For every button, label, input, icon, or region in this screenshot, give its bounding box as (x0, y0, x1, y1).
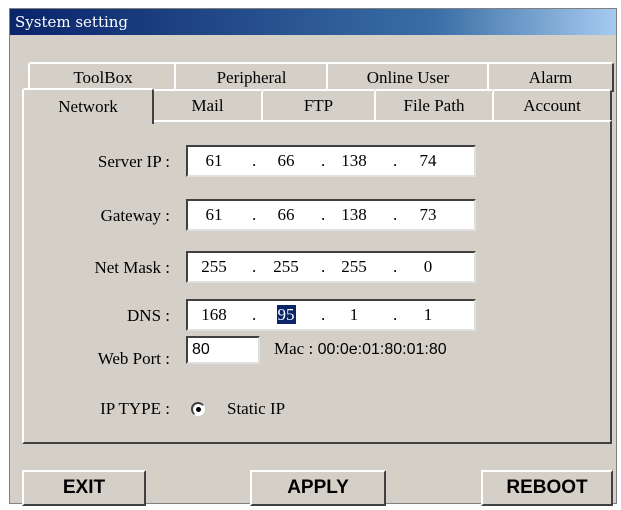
tab-alarm[interactable]: Alarm (487, 62, 614, 92)
ip-dot: . (252, 257, 257, 276)
net-mask-label: Net Mask : (94, 258, 170, 277)
ip-dot: . (321, 151, 326, 170)
server-ip-field[interactable]: 61 . 66 . 138 . 74 (186, 145, 476, 177)
server-ip-octet-2[interactable]: 66 (264, 151, 308, 171)
tab-network[interactable]: Network (22, 88, 154, 124)
window-title: System setting (10, 9, 616, 35)
dns-octet-2-selection: 95 (276, 305, 296, 324)
net-mask-octet-3[interactable]: 255 (332, 257, 376, 277)
net-mask-octet-1[interactable]: 255 (192, 257, 236, 277)
ip-dot: . (393, 151, 398, 170)
tab-online-user[interactable]: Online User (326, 62, 490, 92)
ip-dot: . (393, 205, 398, 224)
dns-octet-1[interactable]: 168 (192, 305, 236, 325)
mac-label: Mac : (274, 339, 314, 358)
mac-value: 00:0e:01:80:01:80 (317, 341, 447, 358)
dns-octet-2[interactable]: 95 (264, 305, 308, 325)
dns-label: DNS : (127, 306, 170, 325)
ip-dot: . (321, 257, 326, 276)
server-ip-octet-3[interactable]: 138 (332, 151, 376, 171)
static-ip-radio[interactable] (191, 402, 205, 416)
net-mask-field[interactable]: 255 . 255 . 255 . 0 (186, 251, 476, 283)
exit-button[interactable]: EXIT (22, 470, 146, 506)
tab-account[interactable]: Account (492, 89, 612, 121)
web-port-label: Web Port : (97, 349, 170, 368)
net-mask-octet-2[interactable]: 255 (264, 257, 308, 277)
tab-peripheral[interactable]: Peripheral (174, 62, 329, 92)
ip-dot: . (393, 305, 398, 324)
ip-dot: . (252, 151, 257, 170)
gateway-octet-2[interactable]: 66 (264, 205, 308, 225)
gateway-label: Gateway : (100, 206, 170, 225)
static-ip-label[interactable]: Static IP (227, 399, 285, 419)
system-setting-window: System setting ToolBox Peripheral Online… (9, 8, 617, 506)
ip-dot: . (321, 305, 326, 324)
ip-dot: . (252, 305, 257, 324)
tab-ftp[interactable]: FTP (261, 89, 376, 121)
web-port-input[interactable]: 80 (186, 336, 260, 364)
dns-octet-4[interactable]: 1 (406, 305, 450, 325)
gateway-octet-1[interactable]: 61 (192, 205, 236, 225)
reboot-button[interactable]: REBOOT (481, 470, 613, 506)
dns-field[interactable]: 168 . 95 . 1 . 1 (186, 299, 476, 331)
server-ip-octet-4[interactable]: 74 (406, 151, 450, 171)
ip-dot: . (321, 205, 326, 224)
tab-mail[interactable]: Mail (152, 89, 263, 121)
dns-octet-3[interactable]: 1 (332, 305, 376, 325)
gateway-field[interactable]: 61 . 66 . 138 . 73 (186, 199, 476, 231)
tab-file-path[interactable]: File Path (374, 89, 494, 121)
gateway-octet-4[interactable]: 73 (406, 205, 450, 225)
mac-address: Mac : 00:0e:01:80:01:80 (274, 339, 447, 359)
ip-dot: . (252, 205, 257, 224)
server-ip-label: Server IP : (97, 152, 170, 171)
ip-dot: . (393, 257, 398, 276)
net-mask-octet-4[interactable]: 0 (406, 257, 450, 277)
gateway-octet-3[interactable]: 138 (332, 205, 376, 225)
server-ip-octet-1[interactable]: 61 (192, 151, 236, 171)
apply-button[interactable]: APPLY (250, 470, 386, 506)
ip-type-label: IP TYPE : (100, 399, 170, 418)
